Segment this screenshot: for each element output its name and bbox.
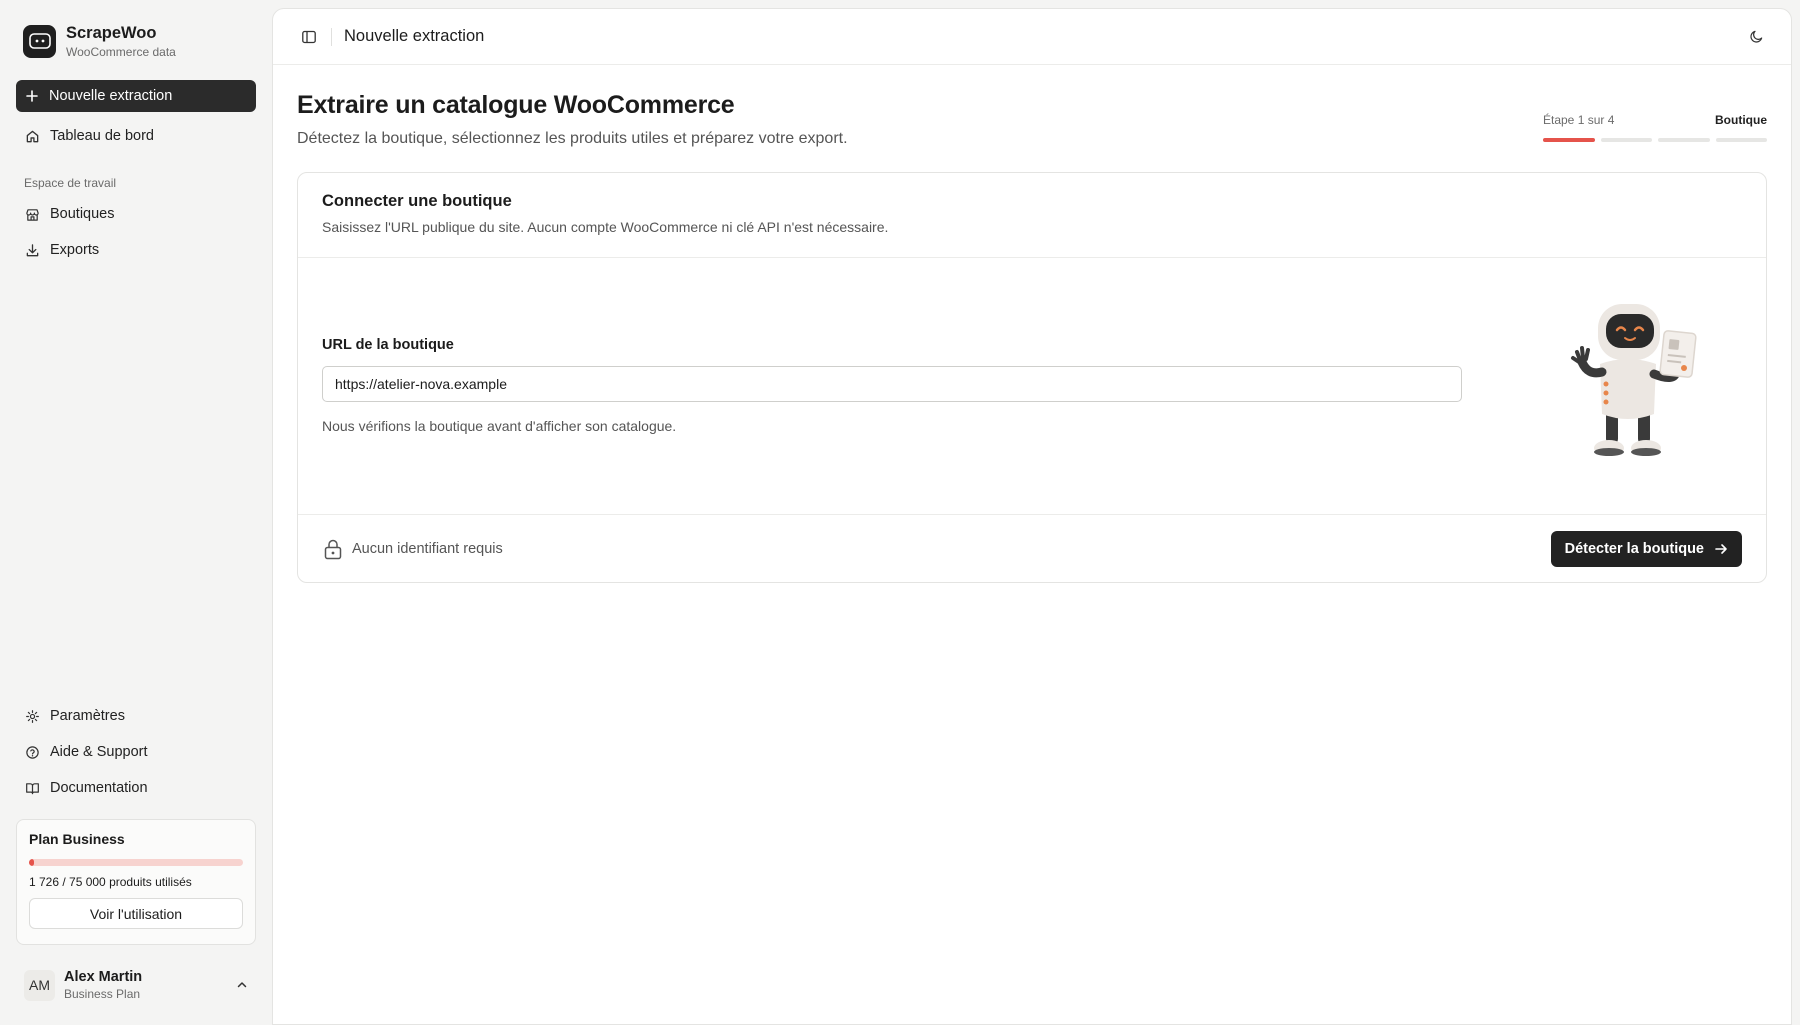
nav-label: Exports — [50, 242, 100, 258]
chevron-up-icon[interactable] — [236, 979, 248, 991]
app-tagline: WooCommerce data — [66, 44, 176, 59]
avatar: AM — [24, 969, 55, 1001]
view-usage-button[interactable]: Voir l'utilisation — [29, 898, 243, 929]
nav-label: Aide & Support — [50, 744, 148, 760]
nav-label: Paramètres — [50, 708, 125, 724]
user-plan: Business Plan — [64, 987, 141, 1001]
home-icon — [26, 130, 39, 142]
plan-usage-text: 1 726 / 75 000 produits utilisés — [29, 875, 192, 889]
card-description: Saisissez l'URL publique du site. Aucun … — [322, 219, 889, 235]
url-field-hint: Nous vérifions la boutique avant d'affic… — [322, 418, 677, 434]
brand-logo-icon — [23, 24, 56, 58]
new-extraction-button[interactable]: Nouvelle extraction — [16, 80, 256, 112]
plan-title: Plan Business — [29, 831, 125, 847]
arrow-right-icon — [1715, 544, 1727, 554]
nav-label: Tableau de bord — [50, 128, 154, 144]
step-name: Boutique — [1715, 113, 1767, 127]
sidebar-toggle-icon[interactable] — [301, 29, 317, 45]
store-url-input[interactable] — [322, 366, 1462, 402]
robot-illustration-icon — [1571, 304, 1697, 456]
nav-label: Documentation — [50, 780, 148, 796]
sidebar-item-settings[interactable]: Paramètres — [16, 698, 256, 734]
stepper: Étape 1 sur 4 Boutique — [1543, 113, 1767, 142]
moon-icon — [1749, 30, 1762, 43]
download-icon — [26, 243, 39, 256]
step-progress — [1543, 138, 1767, 142]
help-circle-icon — [26, 745, 39, 759]
no-credentials-note: Aucun identifiant requis — [322, 538, 503, 560]
theme-toggle-button[interactable] — [1741, 22, 1771, 52]
app-name: ScrapeWoo — [66, 23, 157, 42]
sidebar-item-dashboard[interactable]: Tableau de bord — [16, 120, 256, 152]
workspace-section-label: Espace de travail — [24, 176, 117, 190]
main-panel: Nouvelle extraction Extraire un catalogu… — [272, 8, 1792, 1025]
topbar-divider — [331, 27, 332, 46]
step-bar — [1600, 138, 1652, 142]
card-body: URL de la boutique Nous vérifions la bou… — [298, 258, 1766, 515]
step-bar — [1543, 138, 1595, 142]
topbar-title: Nouvelle extraction — [344, 27, 485, 45]
brand[interactable]: ScrapeWoo WooCommerce data — [23, 16, 256, 66]
detect-store-label: Détecter la boutique — [1564, 541, 1704, 557]
plan-usage-fill — [29, 859, 34, 866]
detect-store-button[interactable]: Détecter la boutique — [1550, 531, 1742, 567]
no-credentials-label: Aucun identifiant requis — [352, 541, 503, 557]
primary-nav: Nouvelle extraction Tableau de bord — [16, 80, 256, 152]
sidebar-item-exports[interactable]: Exports — [16, 232, 256, 268]
nav-label: Boutiques — [50, 206, 115, 222]
user-menu[interactable]: AM Alex Martin Business Plan — [16, 960, 256, 1010]
book-icon — [26, 782, 39, 794]
url-field-label: URL de la boutique — [322, 337, 454, 353]
topbar: Nouvelle extraction — [273, 9, 1791, 65]
sidebar: ScrapeWoo WooCommerce data Nouvelle extr… — [0, 0, 272, 1025]
step-bar — [1715, 138, 1767, 142]
card-footer: Aucun identifiant requis Détecter la bou… — [298, 515, 1766, 583]
sidebar-item-boutiques[interactable]: Boutiques — [16, 196, 256, 232]
workspace-nav: Boutiques Exports — [16, 196, 256, 268]
plus-icon — [26, 90, 38, 102]
store-icon — [26, 208, 39, 221]
user-name: Alex Martin — [64, 969, 143, 985]
plan-card: Plan Business 1 726 / 75 000 produits ut… — [16, 819, 256, 945]
step-bar — [1658, 138, 1710, 142]
card-title: Connecter une boutique — [322, 192, 512, 210]
card-header: Connecter une boutique Saisissez l'URL p… — [298, 173, 1766, 258]
bottom-nav: Paramètres Aide & Support Documentation — [16, 698, 256, 806]
gear-icon — [26, 709, 39, 723]
sidebar-item-documentation[interactable]: Documentation — [16, 770, 256, 806]
plan-usage-bar — [29, 859, 243, 866]
connect-store-card: Connecter une boutique Saisissez l'URL p… — [297, 172, 1767, 583]
step-counter: Étape 1 sur 4 — [1543, 113, 1615, 127]
sidebar-item-help[interactable]: Aide & Support — [16, 734, 256, 770]
nav-label: Nouvelle extraction — [49, 88, 173, 104]
lock-icon — [324, 539, 342, 560]
page-content: Extraire un catalogue WooCommerce Détect… — [273, 65, 1791, 583]
